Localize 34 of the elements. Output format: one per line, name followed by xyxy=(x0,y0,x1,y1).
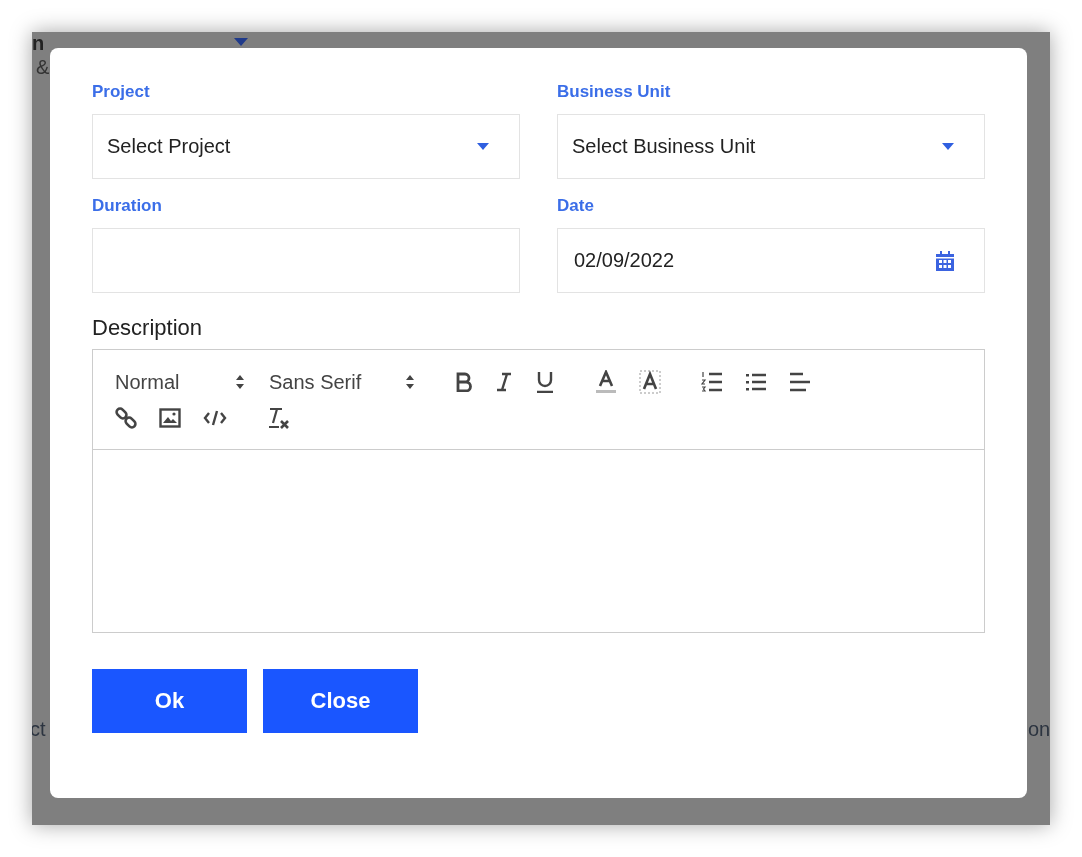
input-field[interactable] xyxy=(92,228,520,293)
text-color-icon[interactable] xyxy=(595,370,617,394)
font-picker[interactable]: Normal xyxy=(115,370,245,394)
highlight-icon[interactable] xyxy=(639,370,661,394)
field-label: Date xyxy=(557,196,595,216)
numbered-list-icon[interactable] xyxy=(701,371,723,393)
close-button[interactable]: Close xyxy=(263,669,418,733)
page-text: on xyxy=(1028,718,1050,741)
caret-icon xyxy=(234,38,248,46)
field-label: Duration xyxy=(92,196,163,216)
page-title: n xyxy=(32,32,45,55)
image-icon[interactable] xyxy=(159,408,181,428)
ok-button[interactable]: Ok xyxy=(92,669,247,733)
caret-icon xyxy=(942,143,954,150)
date-field[interactable]: 02/09/2022 xyxy=(557,228,985,293)
up-down-arrows-icon xyxy=(405,374,415,390)
code-icon[interactable] xyxy=(203,409,227,427)
bullet-list-icon[interactable] xyxy=(745,372,767,392)
field-label: Business Unit xyxy=(557,82,672,102)
page-subtitle: & xyxy=(36,56,50,79)
calendar-icon[interactable] xyxy=(936,250,954,271)
up-down-arrows-icon xyxy=(235,374,245,390)
field-label: Project xyxy=(92,82,151,102)
bold-icon[interactable] xyxy=(455,372,473,392)
italic-icon[interactable] xyxy=(495,372,513,392)
select-field[interactable]: Select Business Unit xyxy=(557,114,985,179)
underline-icon[interactable] xyxy=(535,371,555,393)
link-icon[interactable] xyxy=(115,407,137,429)
clear-format-icon[interactable] xyxy=(267,406,291,430)
font-picker[interactable]: Sans Serif xyxy=(269,370,415,394)
field-label: Description xyxy=(92,315,204,341)
caret-icon xyxy=(477,143,489,150)
select-field[interactable]: Select Project xyxy=(92,114,520,179)
align-icon[interactable] xyxy=(789,371,811,393)
